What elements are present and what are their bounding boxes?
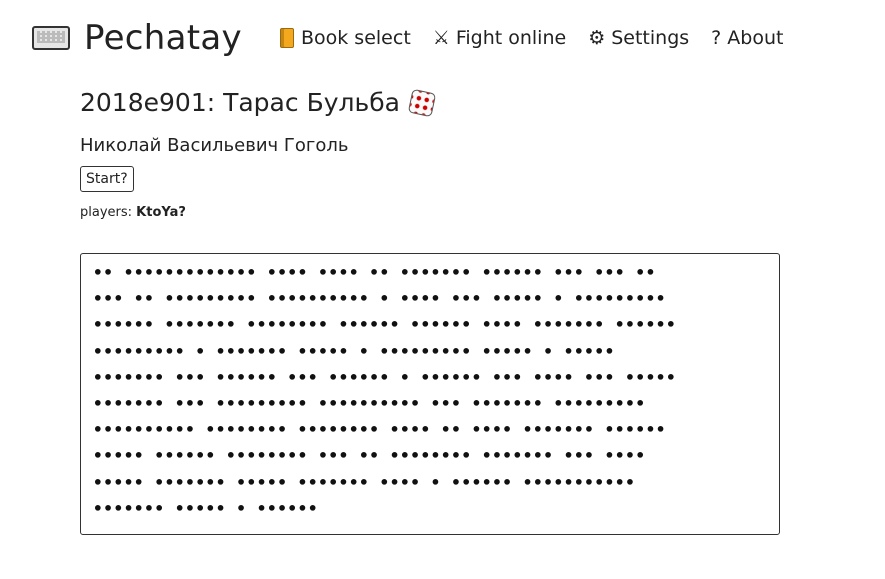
nav-about[interactable]: ? About [711, 27, 783, 49]
random-die-icon[interactable] [407, 88, 437, 117]
typing-text-area[interactable]: •• ••••••••••••• •••• •••• •• ••••••• ••… [80, 253, 780, 535]
nav-book-select[interactable]: Book select [279, 27, 411, 49]
main-nav: Book select ⚔ Fight online ⚙ Settings ? … [279, 27, 805, 49]
nav-about-label: About [727, 27, 784, 49]
top-navbar: Pechatay Book select ⚔ Fight online ⚙ Se… [32, 14, 865, 62]
question-icon: ? [711, 27, 722, 49]
keyboard-icon [32, 26, 70, 50]
text-line: ••• •• ••••••••• •••••••••• • •••• ••• •… [93, 289, 667, 309]
player-name: KtoYa? [136, 205, 186, 220]
players-line: players: KtoYa? [80, 205, 780, 220]
nav-fight-online-label: Fight online [455, 27, 567, 49]
text-line: ••••••• ••• ••••••••• •••••••••• ••• •••… [93, 394, 646, 414]
gear-icon: ⚙ [588, 27, 606, 49]
app-logo[interactable]: Pechatay [32, 18, 242, 58]
text-line: •• ••••••••••••• •••• •••• •• ••••••• ••… [93, 263, 656, 282]
nav-book-select-label: Book select [300, 27, 411, 49]
text-line: ••••••• ••• •••••• ••• •••••• • •••••• •… [93, 367, 677, 387]
text-line: ••••••••• • ••••••• ••••• • ••••••••• ••… [93, 341, 615, 361]
text-line: ••••• ••••••• ••••• ••••••• •••• • •••••… [93, 472, 636, 492]
nav-settings-label: Settings [611, 27, 690, 49]
nav-settings[interactable]: ⚙ Settings [588, 27, 689, 49]
players-label: players: [80, 205, 133, 220]
app-name: Pechatay [84, 18, 242, 58]
text-line: ••••••• ••••• • •••••• [93, 498, 319, 518]
text-line: •••••• ••••••• •••••••• •••••• •••••• ••… [93, 315, 677, 335]
text-line: ••••• •••••• •••••••• ••• •• •••••••• ••… [93, 446, 646, 466]
book-author: Николай Васильевич Гоголь [80, 135, 349, 156]
crossed-swords-icon: ⚔ [432, 27, 450, 49]
book-title: 2018e901: Тарас Бульба [80, 88, 400, 117]
book-icon [279, 28, 294, 48]
book-title-row: 2018e901: Тарас Бульба [80, 88, 780, 117]
book-panel: 2018e901: Тарас Бульба Николай Васильеви… [80, 88, 780, 535]
nav-fight-online[interactable]: ⚔ Fight online [433, 27, 566, 49]
start-button[interactable]: Start? [80, 166, 134, 192]
text-line: •••••••••• •••••••• •••••••• •••• •• •••… [93, 420, 667, 440]
